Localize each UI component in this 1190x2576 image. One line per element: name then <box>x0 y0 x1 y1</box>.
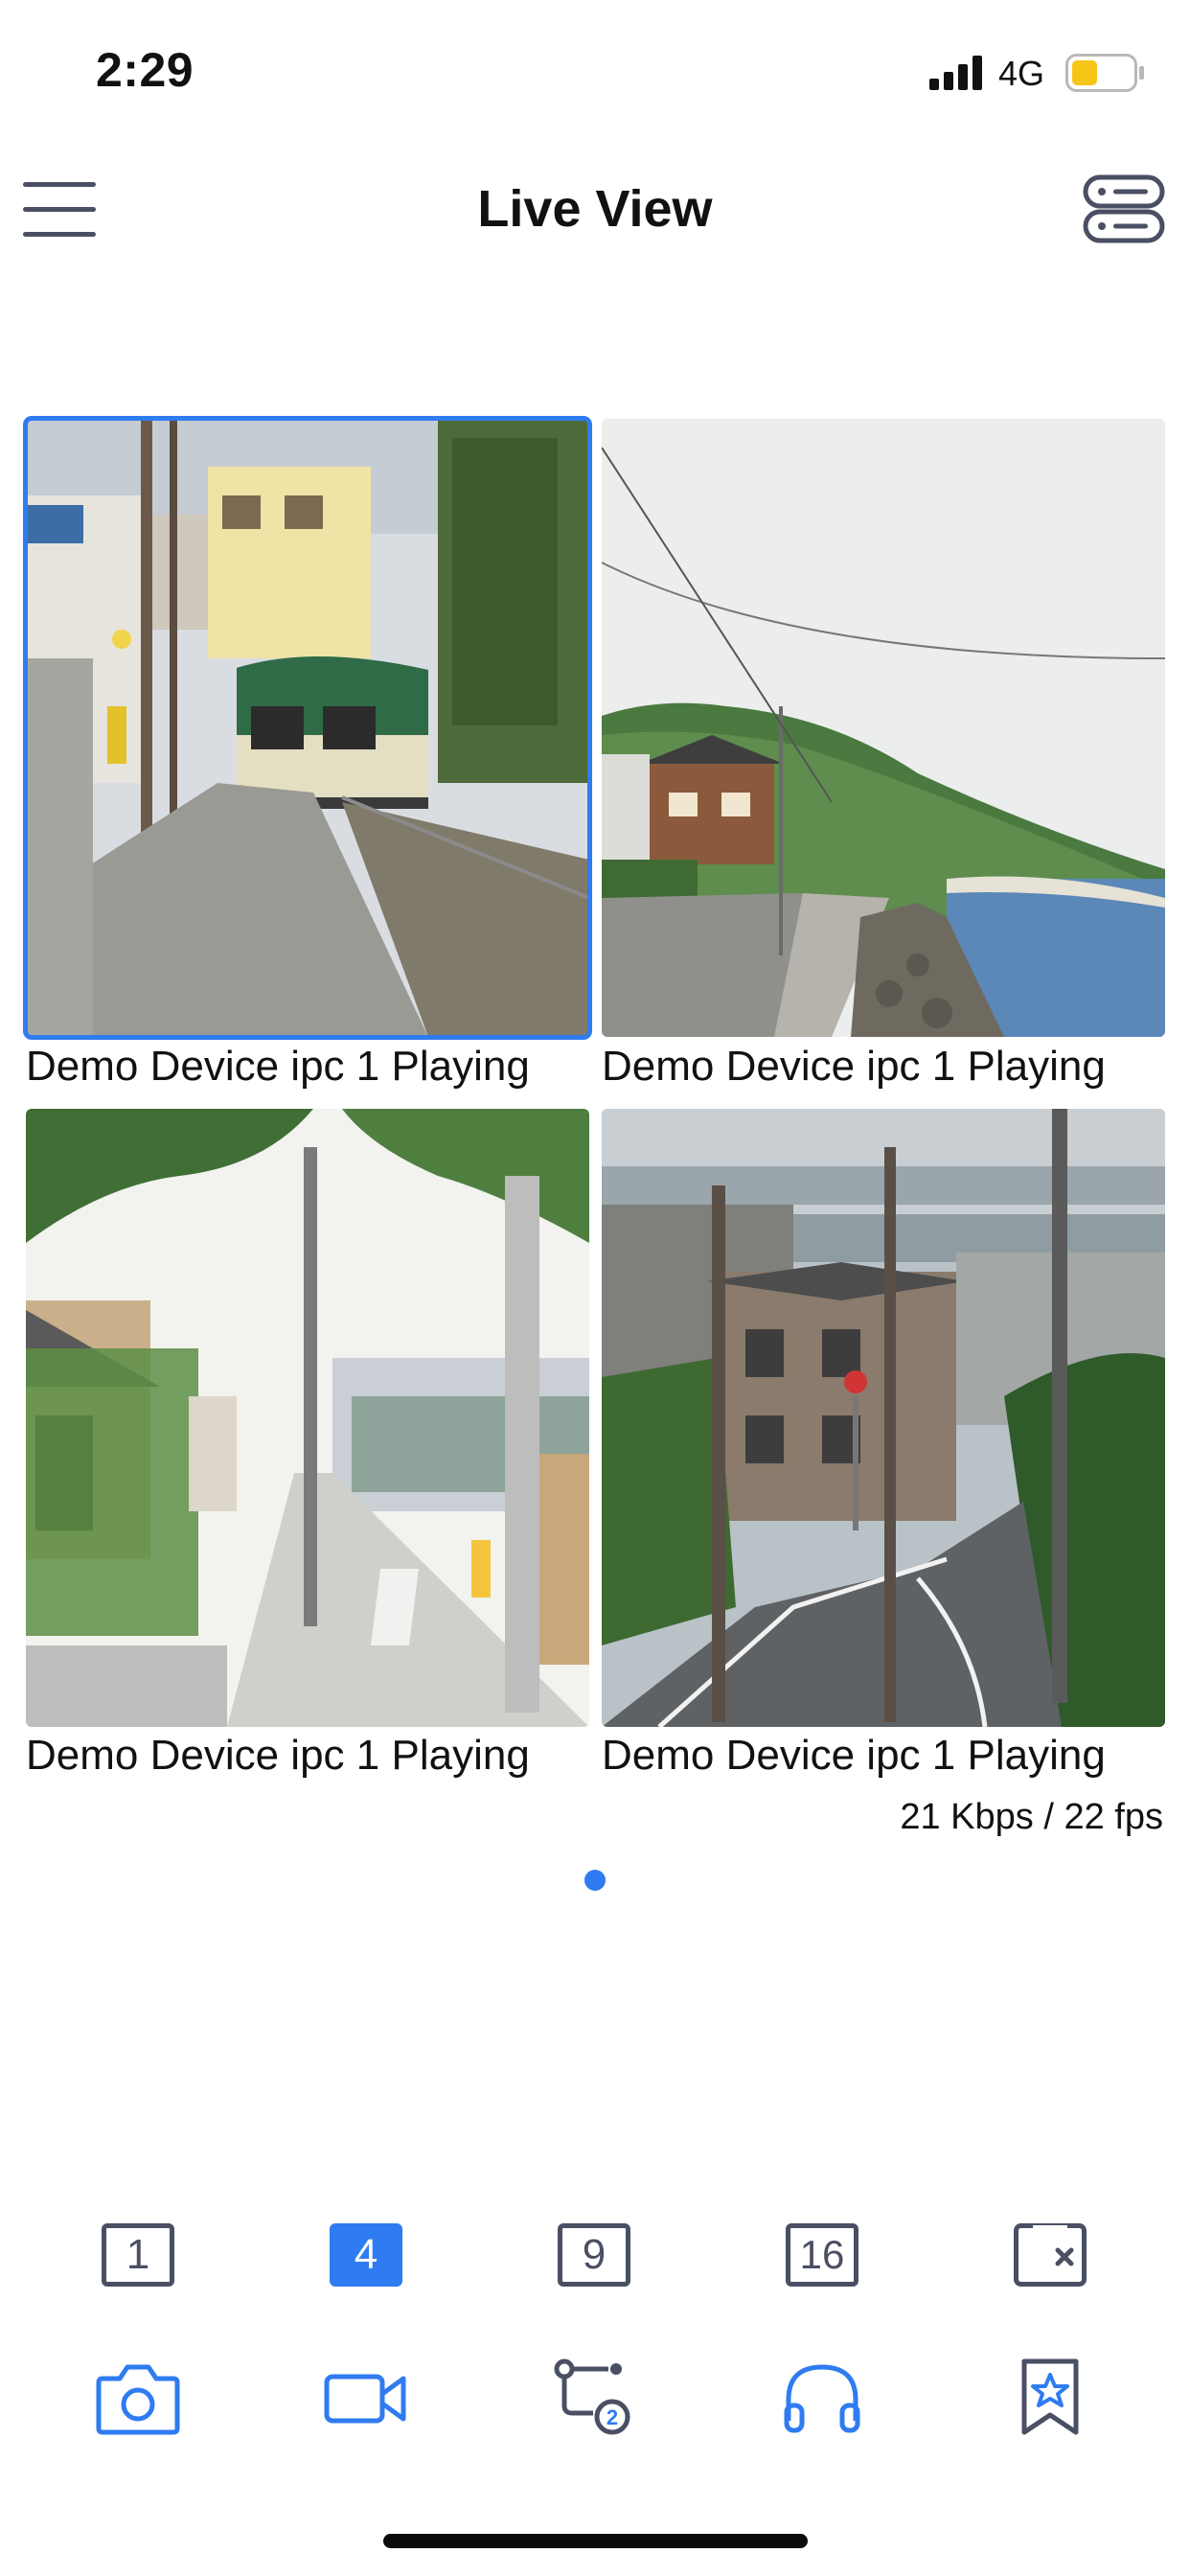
bookmark-star-icon[interactable] <box>1007 2358 1093 2436</box>
close-layout-icon[interactable] <box>1014 2223 1087 2287</box>
playback-badge: 2 <box>606 2405 618 2429</box>
home-indicator <box>383 2534 808 2548</box>
camera-feed-coastal-road <box>602 419 1165 1037</box>
layout-1-button[interactable]: 1 <box>102 2223 174 2287</box>
page-title: Live View <box>477 180 713 238</box>
camera-tile-label: Demo Device ipc 1 Playing <box>602 1732 1106 1779</box>
camera-tile-2[interactable] <box>602 419 1165 1037</box>
status-time: 2:29 <box>96 43 195 97</box>
network-type-label: 4G <box>998 54 1045 93</box>
camera-tile-1[interactable] <box>23 416 592 1040</box>
camera-snapshot-icon[interactable] <box>95 2358 181 2436</box>
layout-4-button[interactable]: 4 <box>330 2223 402 2287</box>
camera-feed-residential-street <box>26 1109 589 1727</box>
battery-icon <box>1065 54 1146 92</box>
camera-tile-4[interactable] <box>602 1109 1165 1727</box>
camera-feed-train-crossing <box>26 419 589 1037</box>
camera-feed-hillside-intersection <box>602 1109 1165 1727</box>
camera-tile-label: Demo Device ipc 1 Playing <box>26 1732 530 1779</box>
server-list-icon[interactable] <box>1083 174 1165 243</box>
layout-9-button[interactable]: 9 <box>558 2223 630 2287</box>
layout-16-button[interactable]: 16 <box>786 2223 858 2287</box>
playback-timeline-icon[interactable]: 2 <box>551 2358 637 2436</box>
cellular-signal-icon <box>927 56 989 90</box>
page-indicator-dot <box>584 1870 606 1891</box>
camera-tile-label: Demo Device ipc 1 Playing <box>26 1043 530 1090</box>
video-record-icon[interactable] <box>323 2358 409 2436</box>
stream-stats: 21 Kbps / 22 fps <box>900 1797 1163 1837</box>
camera-tile-label: Demo Device ipc 1 Playing <box>602 1043 1106 1090</box>
headphones-audio-icon[interactable] <box>779 2358 865 2436</box>
camera-tile-3[interactable] <box>26 1109 589 1727</box>
